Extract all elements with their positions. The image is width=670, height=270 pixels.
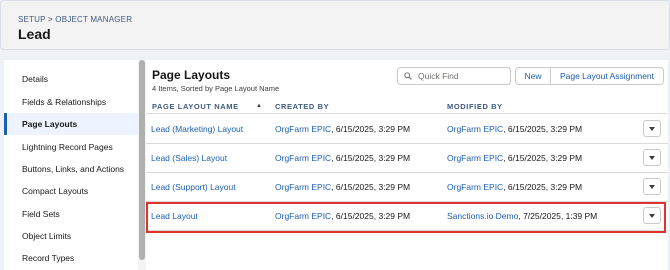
table-row: Lead (Marketing) Layout OrgFarm EPIC, 6/… (146, 115, 668, 144)
scrollbar-thumb[interactable] (139, 60, 145, 260)
table-row: Lead Layout OrgFarm EPIC, 6/15/2025, 3:2… (146, 202, 668, 231)
created-by-link[interactable]: OrgFarm EPIC (275, 211, 331, 221)
created-by-link[interactable]: OrgFarm EPIC (275, 182, 331, 192)
sidebar-nav: Details Fields & Relationships Page Layo… (4, 60, 139, 270)
sidebar-item-object-limits[interactable]: Object Limits (4, 225, 138, 247)
created-date: , 6/15/2025, 3:29 PM (331, 124, 411, 134)
sidebar-item-page-layouts[interactable]: Page Layouts (4, 113, 138, 135)
created-date: , 6/15/2025, 3:29 PM (331, 153, 411, 163)
chevron-down-icon (649, 214, 655, 218)
sidebar-item-field-sets[interactable]: Field Sets (4, 203, 138, 225)
row-actions-button[interactable] (643, 178, 661, 195)
created-date: , 6/15/2025, 3:29 PM (331, 182, 411, 192)
sidebar-item-record-types[interactable]: Record Types (4, 247, 138, 269)
created-date: , 6/15/2025, 3:29 PM (331, 211, 411, 221)
column-header-page-layout-name[interactable]: PAGE LAYOUT NAME (152, 102, 239, 111)
modified-by-link[interactable]: Sanctions.io Demo (447, 211, 518, 221)
layout-name-link[interactable]: Lead Layout (151, 211, 198, 221)
page-title: Lead (18, 26, 51, 42)
breadcrumb-setup[interactable]: SETUP (18, 15, 46, 24)
created-by-link[interactable]: OrgFarm EPIC (275, 124, 331, 134)
modified-date: , 6/15/2025, 3:29 PM (503, 124, 583, 134)
sidebar-item-fields-relationships[interactable]: Fields & Relationships (4, 91, 138, 113)
panel-title: Page Layouts (152, 68, 231, 82)
layout-name-link[interactable]: Lead (Marketing) Layout (151, 124, 243, 134)
chevron-down-icon (649, 185, 655, 189)
modified-by-link[interactable]: OrgFarm EPIC (447, 182, 503, 192)
row-actions-button[interactable] (643, 207, 661, 224)
breadcrumb: SETUP > OBJECT MANAGER (18, 15, 132, 24)
page-layout-assignment-button[interactable]: Page Layout Assignment (550, 67, 664, 85)
page-header: SETUP > OBJECT MANAGER Lead (0, 0, 670, 50)
sidebar-item-lightning-record-pages[interactable]: Lightning Record Pages (4, 136, 138, 158)
panel-subtitle: 4 Items, Sorted by Page Layout Name (152, 84, 280, 93)
table-row: Lead (Support) Layout OrgFarm EPIC, 6/15… (146, 173, 668, 202)
table-row: Lead (Sales) Layout OrgFarm EPIC, 6/15/2… (146, 144, 668, 173)
breadcrumb-object-manager[interactable]: OBJECT MANAGER (55, 15, 132, 24)
new-button[interactable]: New (515, 67, 551, 85)
modified-date: , 6/15/2025, 3:29 PM (503, 182, 583, 192)
sidebar-item-compact-layouts[interactable]: Compact Layouts (4, 180, 138, 202)
row-actions-button[interactable] (643, 149, 661, 166)
sidebar-item-details[interactable]: Details (4, 68, 138, 90)
breadcrumb-separator: > (47, 15, 53, 24)
column-header-modified-by: MODIFIED BY (447, 102, 503, 111)
sidebar-item-buttons-links-actions[interactable]: Buttons, Links, and Actions (4, 158, 138, 180)
modified-by-link[interactable]: OrgFarm EPIC (447, 153, 503, 163)
chevron-down-icon (649, 127, 655, 131)
column-header-created-by: CREATED BY (275, 102, 330, 111)
layout-name-link[interactable]: Lead (Support) Layout (151, 182, 236, 192)
modified-date: , 6/15/2025, 3:29 PM (503, 153, 583, 163)
layout-name-link[interactable]: Lead (Sales) Layout (151, 153, 227, 163)
sidebar-scrollbar[interactable] (138, 60, 146, 270)
chevron-down-icon (649, 156, 655, 160)
created-by-link[interactable]: OrgFarm EPIC (275, 153, 331, 163)
sort-up-icon[interactable]: ▲ (256, 103, 262, 109)
modified-by-link[interactable]: OrgFarm EPIC (447, 124, 503, 134)
quick-find-box[interactable] (397, 67, 511, 85)
modified-date: , 7/25/2025, 1:39 PM (518, 211, 598, 221)
search-icon (404, 72, 412, 80)
row-actions-button[interactable] (643, 120, 661, 137)
header-divider (146, 113, 668, 114)
quick-find-input[interactable] (418, 68, 508, 84)
page-layouts-panel: Page Layouts 4 Items, Sorted by Page Lay… (146, 60, 668, 270)
